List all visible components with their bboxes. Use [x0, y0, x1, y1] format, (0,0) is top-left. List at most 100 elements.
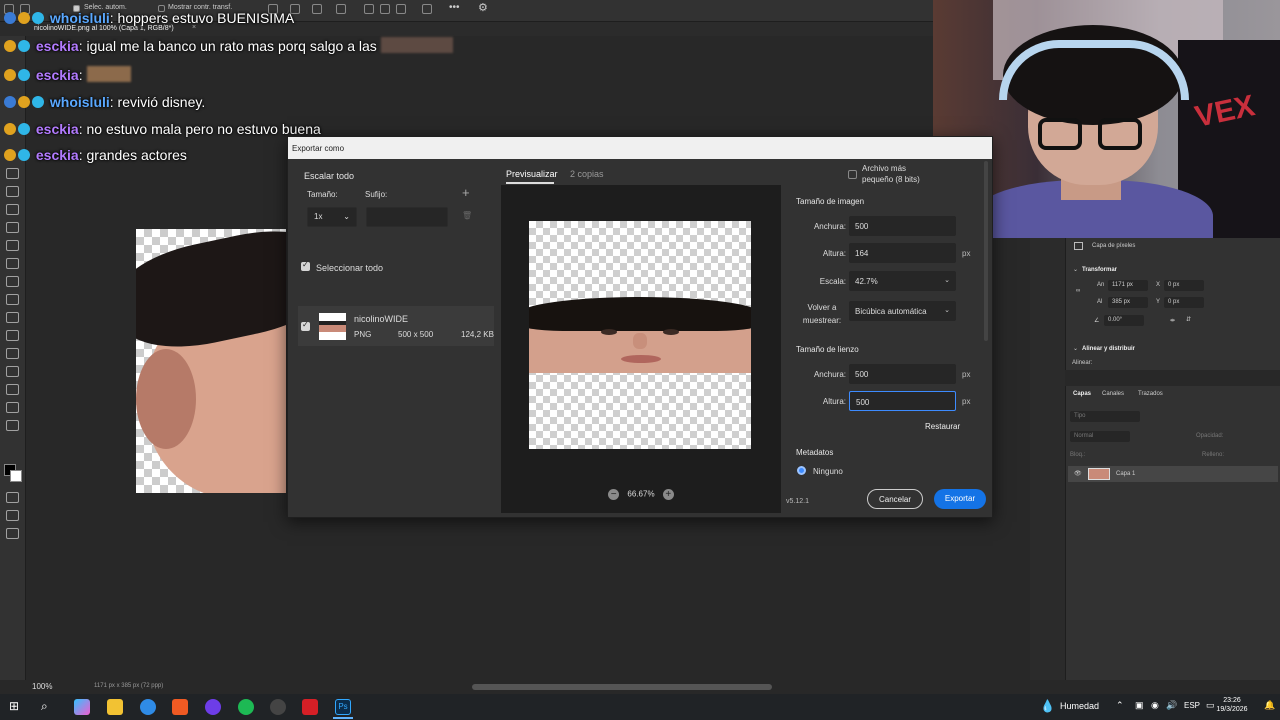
text-tool-icon[interactable]	[6, 330, 19, 341]
hand-tool-icon[interactable]	[6, 384, 19, 395]
chat-username[interactable]: esckia	[36, 38, 79, 54]
dodge-tool-icon[interactable]	[6, 294, 19, 305]
add-scale-icon[interactable]: +	[462, 185, 470, 200]
network-icon[interactable]: ◉	[1151, 700, 1159, 711]
tab-copies[interactable]: 2 copias	[570, 169, 604, 179]
screen-mode-icon[interactable]	[6, 510, 19, 521]
blend-mode-select[interactable]: Normal	[1070, 431, 1130, 442]
brave-icon[interactable]	[172, 699, 188, 715]
paint-bucket-icon[interactable]	[6, 258, 19, 269]
align-header[interactable]: Alinear y distribuir	[1082, 346, 1135, 352]
more-tools-icon[interactable]	[6, 420, 19, 431]
align-right-icon[interactable]	[312, 4, 322, 14]
gear-icon[interactable]: ⚙	[478, 1, 488, 14]
weather-icon[interactable]: 💧	[1040, 699, 1055, 713]
trash-icon[interactable]: 🗑	[462, 211, 472, 220]
copilot-icon[interactable]	[74, 699, 90, 715]
chevron-down-icon[interactable]: ⌄	[1073, 266, 1078, 273]
file-list-item[interactable]: nicolinoWIDE PNG 500 x 500 124,2 KB	[298, 306, 494, 346]
layer-row[interactable]: 👁 Capa 1	[1068, 466, 1278, 482]
distribute-vertical-icon[interactable]	[422, 4, 432, 14]
spotify-icon[interactable]	[238, 699, 254, 715]
tray-icon[interactable]: ▣	[1135, 700, 1144, 711]
link-icon[interactable]: ∞	[1076, 288, 1080, 294]
zoom-tool-icon[interactable]	[6, 402, 19, 413]
align-top-icon[interactable]	[364, 4, 374, 14]
weather-text[interactable]: Humedad	[1060, 701, 1099, 711]
horizontal-scrollbar[interactable]	[472, 684, 772, 690]
notification-icon[interactable]: 🔔	[1264, 700, 1275, 711]
obs-icon[interactable]	[270, 699, 286, 715]
clock-date[interactable]: 19/3/2026	[1206, 706, 1258, 713]
flip-horizontal-icon[interactable]: ⇹	[1170, 317, 1175, 324]
width-field[interactable]: 1171 px	[1108, 280, 1148, 291]
settings-scrollbar[interactable]	[984, 161, 988, 341]
artboard-icon[interactable]	[6, 528, 19, 539]
zoom-in-icon[interactable]: +	[662, 489, 674, 500]
image-height-input[interactable]: 164	[849, 243, 956, 263]
chevron-up-icon[interactable]: ⌃	[1116, 700, 1124, 711]
smaller-file-checkbox[interactable]	[848, 170, 857, 179]
scale-select[interactable]: 42.7% ⌄	[849, 271, 956, 291]
x-field[interactable]: 0 px	[1164, 280, 1204, 291]
chevron-down-icon[interactable]: ⌄	[1073, 345, 1078, 352]
rectangle-tool-icon[interactable]	[6, 366, 19, 377]
layer-name[interactable]: Capa 1	[1116, 471, 1135, 477]
history-brush-icon[interactable]	[6, 222, 19, 233]
image-width-input[interactable]: 500	[849, 216, 956, 236]
tab-paths[interactable]: Trazados	[1138, 391, 1163, 397]
transform-header[interactable]: Transformar	[1082, 267, 1117, 273]
metadata-none-radio[interactable]	[797, 466, 806, 475]
canvas-height-input[interactable]: 500	[849, 391, 956, 411]
windows-start-icon[interactable]: ⊞	[9, 699, 19, 713]
tab-preview[interactable]: Previsualizar	[506, 169, 558, 179]
chat-username[interactable]: esckia	[36, 121, 79, 137]
cancel-button[interactable]: Cancelar	[867, 489, 923, 509]
canvas-width-input[interactable]: 500	[849, 364, 956, 384]
photoshop-icon[interactable]: Ps	[335, 699, 351, 715]
export-button[interactable]: Exportar	[934, 489, 986, 509]
flip-vertical-icon[interactable]: ⇵	[1186, 316, 1191, 323]
size-select[interactable]: 1x ⌄	[307, 207, 357, 227]
edge-icon[interactable]	[140, 699, 156, 715]
clock-time[interactable]: 23:26	[1206, 697, 1258, 704]
suffix-input[interactable]	[366, 207, 448, 227]
zoom-out-icon[interactable]: −	[608, 489, 620, 500]
quick-mask-icon[interactable]	[6, 492, 19, 503]
eraser-tool-icon[interactable]	[6, 240, 19, 251]
brush-tool-icon[interactable]	[6, 168, 19, 179]
document-canvas-image[interactable]	[136, 229, 286, 493]
resample-select[interactable]: Bicúbica automática ⌄	[849, 301, 956, 321]
video-app-icon[interactable]	[302, 699, 318, 715]
reset-button[interactable]: Restaurar	[925, 422, 960, 431]
tab-layers[interactable]: Capas	[1073, 391, 1091, 397]
file-explorer-icon[interactable]	[107, 699, 123, 715]
more-options-icon[interactable]: •••	[449, 2, 460, 13]
distribute-icon[interactable]	[336, 4, 346, 14]
search-icon[interactable]: ⌕	[41, 699, 48, 714]
background-color-swatch[interactable]	[10, 470, 22, 482]
stamp-tool-icon[interactable]	[6, 204, 19, 215]
discord-icon[interactable]	[205, 699, 221, 715]
language-indicator[interactable]: ESP	[1184, 701, 1200, 710]
align-middle-icon[interactable]	[380, 4, 390, 14]
chat-username[interactable]: esckia	[36, 67, 79, 83]
height-field[interactable]: 385 px	[1108, 297, 1148, 308]
layer-filter-field[interactable]: Tipo	[1070, 411, 1140, 422]
tab-channels[interactable]: Canales	[1102, 391, 1124, 397]
file-checkbox[interactable]	[301, 320, 310, 331]
chat-username[interactable]: whoisluli	[50, 94, 110, 110]
chat-username[interactable]: whoisluli	[50, 10, 110, 26]
volume-icon[interactable]: 🔊	[1166, 700, 1177, 711]
pen-tool-icon[interactable]	[6, 312, 19, 323]
chat-username[interactable]: esckia	[36, 147, 79, 163]
select-all-checkbox[interactable]	[301, 260, 310, 271]
zoom-status[interactable]: 100%	[32, 682, 52, 691]
angle-field[interactable]: 0.00°	[1104, 315, 1144, 326]
blur-tool-icon[interactable]	[6, 276, 19, 287]
y-field[interactable]: 0 px	[1164, 297, 1204, 308]
align-bottom-icon[interactable]	[396, 4, 406, 14]
eye-icon[interactable]: 👁	[1074, 470, 1082, 477]
path-select-icon[interactable]	[6, 348, 19, 359]
pencil-tool-icon[interactable]	[6, 186, 19, 197]
